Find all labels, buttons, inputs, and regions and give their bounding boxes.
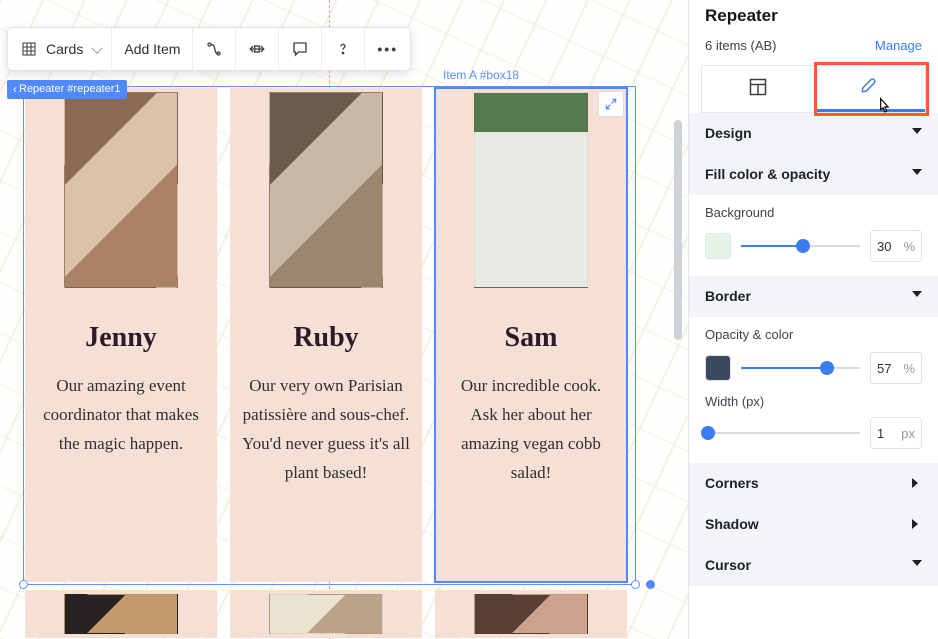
unit-label: px [901,426,915,441]
resize-handle[interactable] [646,580,655,589]
tab-layout[interactable] [702,66,814,112]
opacity-slider[interactable] [741,358,860,378]
width-slider[interactable] [705,423,860,443]
repeater-item-2[interactable]: Ruby Our very own Parisian patissière an… [230,88,422,582]
chevron-down-icon [912,128,922,138]
chat-icon [291,40,309,58]
chevron-down-icon [912,291,922,301]
opacity-slider[interactable] [741,236,860,256]
stretch-button[interactable] [236,28,279,70]
more-actions-button[interactable]: ••• [365,28,410,70]
card-description: Our very own Parisian patissière and sou… [234,372,418,488]
section-label: Corners [705,475,759,491]
tab-design[interactable] [814,66,926,112]
hover-info-label: Item A #box18 [443,68,519,82]
brush-icon [859,75,879,100]
section-label: Border [705,288,751,304]
inspector-tabs [701,65,926,113]
expand-handle-icon[interactable] [598,91,624,117]
repeater-item-3[interactable]: Sam Our incredible cook. Ask her about h… [435,88,627,582]
element-badge[interactable]: Repeater #repeater1 [7,80,127,99]
chevron-right-icon [912,478,922,488]
editor-canvas[interactable]: Jenny Our amazing event coordinator that… [0,0,688,639]
canvas-scrollbar[interactable] [674,0,682,639]
unit-label: % [903,239,915,254]
preset-dropdown[interactable]: Cards [8,28,112,70]
card-image[interactable] [269,594,383,634]
repeater-item-5[interactable] [230,590,422,638]
opacity-input[interactable]: 30 % [870,230,922,262]
section-label: Fill color & opacity [705,166,830,182]
card-title: Jenny [85,322,157,354]
card-image[interactable] [474,594,588,634]
section-cursor[interactable]: Cursor [689,545,938,586]
items-count-label: 6 items (AB) [705,38,777,53]
floating-toolbar: Cards Add Item [7,27,411,71]
field-label: Opacity & color [705,327,922,342]
value: 57 [877,361,891,376]
card-title: Ruby [293,322,358,354]
section-corners[interactable]: Corners [689,463,938,504]
section-label: Design [705,125,752,141]
comment-button[interactable] [279,28,322,70]
grid-icon [20,40,38,58]
unit-label: % [903,361,915,376]
section-border[interactable]: Border [689,276,938,317]
field-border-opacity: Opacity & color 57 % [689,317,938,388]
card-title: Sam [505,322,558,354]
section-fill[interactable]: Fill color & opacity [689,154,938,195]
design-path-button[interactable] [193,28,236,70]
layout-icon [748,77,768,102]
card-description: Our incredible cook. Ask her about her a… [439,372,623,488]
field-label: Background [705,205,922,220]
value: 1 [877,426,884,441]
chevron-down-icon [912,560,922,570]
element-badge-label: Repeater #repeater1 [19,83,121,95]
add-item-label: Add Item [124,41,180,57]
chevron-right-icon [912,519,922,529]
scrollbar-thumb[interactable] [674,120,682,340]
chevron-down-icon [912,169,922,179]
more-icon: ••• [377,41,398,57]
card-image[interactable] [64,594,178,634]
help-button[interactable] [322,28,365,70]
path-icon [205,40,223,58]
inspector-title: Repeater [705,6,922,26]
color-swatch[interactable] [705,355,731,381]
width-input[interactable]: 1 px [870,417,922,449]
card-image[interactable] [474,92,588,288]
opacity-input[interactable]: 57 % [870,352,922,384]
color-swatch[interactable] [705,233,731,259]
repeater-item-6[interactable] [435,590,627,638]
card-description: Our amazing event coordinator that makes… [29,372,213,459]
value: 30 [877,239,891,254]
repeater-item-1[interactable]: Jenny Our amazing event coordinator that… [25,88,217,582]
section-shadow[interactable]: Shadow [689,504,938,545]
section-label: Cursor [705,557,751,573]
field-border-width: 1 px [689,417,938,453]
inspector-panel: Repeater 6 items (AB) Manage [688,0,938,639]
manage-link[interactable]: Manage [875,38,922,53]
card-image[interactable] [64,92,178,288]
section-design[interactable]: Design [689,113,938,154]
card-image[interactable] [269,92,383,288]
preset-label: Cards [46,41,83,57]
field-background: Background 30 % [689,195,938,266]
field-label: Width (px) [689,388,938,417]
section-label: Shadow [705,516,759,532]
stretch-icon [248,40,266,58]
help-icon [334,40,352,58]
add-item-button[interactable]: Add Item [112,28,193,70]
repeater-item-4[interactable] [25,590,217,638]
repeater[interactable]: Jenny Our amazing event coordinator that… [25,88,633,638]
